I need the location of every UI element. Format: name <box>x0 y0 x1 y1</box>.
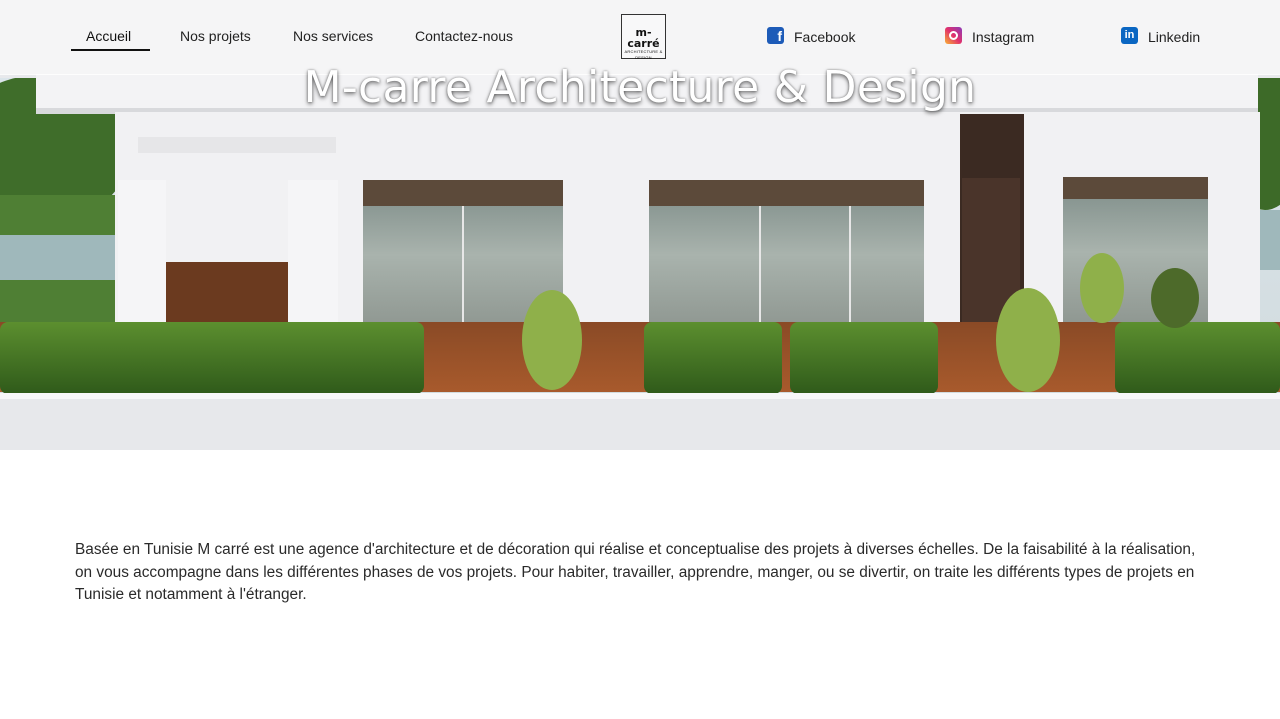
linkedin-icon: in <box>1121 27 1138 44</box>
hero-banner: Accueil Nos projets Nos services Contact… <box>0 0 1280 450</box>
facebook-link[interactable]: f Facebook <box>767 27 856 45</box>
instagram-label: Instagram <box>972 28 1035 45</box>
linkedin-label: Linkedin <box>1148 28 1201 45</box>
logo-tagline: ARCHITECTURE & DESIGN <box>624 49 663 60</box>
nav-link-contactez-nous[interactable]: Contactez-nous <box>415 28 513 44</box>
facebook-icon: f <box>767 27 784 44</box>
instagram-icon <box>945 27 962 44</box>
facebook-label: Facebook <box>794 28 856 45</box>
nav-link-nos-services[interactable]: Nos services <box>293 28 373 44</box>
instagram-link[interactable]: Instagram <box>945 27 1035 45</box>
active-link-underline <box>71 49 150 51</box>
site-logo[interactable]: m-carré ARCHITECTURE & DESIGN <box>621 14 666 60</box>
hero-title: M-carre Architecture & Design <box>303 62 977 113</box>
nav-link-nos-projets[interactable]: Nos projets <box>180 28 251 44</box>
logo-wordmark: m-carré <box>627 26 660 50</box>
intro-paragraph: Basée en Tunisie M carré est une agence … <box>75 541 1196 604</box>
nav-link-accueil[interactable]: Accueil <box>86 28 131 44</box>
linkedin-link[interactable]: in Linkedin <box>1121 27 1201 45</box>
